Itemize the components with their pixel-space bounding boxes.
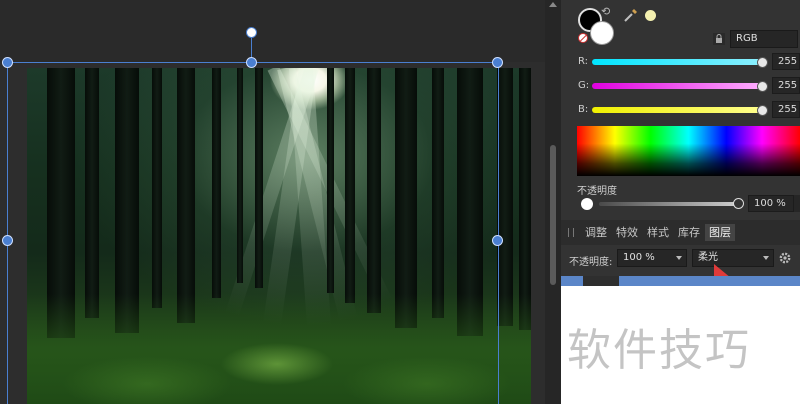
color-opacity-slider[interactable]: [599, 202, 739, 206]
color-opacity-label: 不透明度: [577, 186, 617, 197]
gear-icon[interactable]: [778, 251, 792, 265]
resize-handle-right[interactable]: [492, 235, 503, 246]
color-opacity-field[interactable]: 100 %: [748, 195, 794, 212]
color-opacity-dropdown[interactable]: [794, 195, 800, 212]
tab-effects[interactable]: 特效: [612, 224, 642, 241]
layer-opacity-label: 不透明度:: [569, 257, 613, 268]
green-value-field[interactable]: 255: [772, 77, 800, 94]
lock-icon[interactable]: [713, 33, 725, 45]
layer-opacity-value: 100 %: [623, 252, 655, 263]
picked-color-swatch[interactable]: [645, 10, 656, 21]
pasteboard: [0, 0, 545, 62]
eyedropper-icon[interactable]: [623, 7, 639, 23]
blue-value-field[interactable]: 255: [772, 101, 800, 118]
green-slider-knob[interactable]: [757, 81, 768, 92]
opacity-color-dot: [581, 198, 593, 210]
canvas-vertical-scrollbar[interactable]: [545, 0, 561, 404]
layer-row-selected[interactable]: [561, 276, 800, 286]
tab-styles[interactable]: 样式: [643, 224, 673, 241]
rotate-handle[interactable]: [246, 27, 257, 38]
document-canvas[interactable]: [0, 0, 545, 404]
scrollbar-thumb[interactable]: [550, 145, 556, 285]
red-channel-label: R:: [578, 56, 589, 67]
watermark-area: 软件技巧: [561, 286, 800, 404]
blend-mode-value: 柔光: [698, 252, 718, 263]
green-channel-slider[interactable]: [592, 83, 764, 89]
resize-handle-top[interactable]: [246, 57, 257, 68]
tree-trunk: [519, 68, 531, 330]
blue-slider-knob[interactable]: [757, 105, 768, 116]
blend-mode-dropdown[interactable]: 柔光: [692, 249, 774, 267]
blue-channel-slider[interactable]: [592, 107, 764, 113]
watermark-text: 软件技巧: [567, 325, 751, 376]
swap-colors-icon[interactable]: ⟲: [601, 5, 610, 18]
layer-opacity-dropdown[interactable]: 100 %: [617, 249, 687, 267]
tab-stock[interactable]: 库存: [674, 224, 704, 241]
red-value-field[interactable]: 255: [772, 53, 800, 70]
resize-handle-left[interactable]: [2, 235, 13, 246]
studio-panel: ⟲ RGB R: 255 G: 255 B: 255 不透明度 100 % 调整…: [561, 0, 800, 404]
resize-handle-top-left[interactable]: [2, 57, 13, 68]
red-channel-slider[interactable]: [592, 59, 764, 65]
secondary-color-swatch[interactable]: [590, 21, 614, 45]
selection-bounding-box: [7, 62, 499, 404]
tab-layers[interactable]: 图层: [705, 224, 735, 241]
color-model-value: RGB: [736, 33, 758, 44]
color-model-dropdown[interactable]: RGB: [730, 30, 798, 48]
tree-trunk: [497, 68, 513, 326]
blue-channel-label: B:: [578, 104, 589, 115]
color-opacity-knob[interactable]: [733, 198, 744, 209]
resize-handle-top-right[interactable]: [492, 57, 503, 68]
color-spectrum-picker[interactable]: [577, 126, 800, 176]
grip-icon[interactable]: [568, 228, 574, 237]
red-slider-knob[interactable]: [757, 57, 768, 68]
scroll-up-arrow-icon[interactable]: [549, 2, 557, 7]
green-channel-label: G:: [578, 80, 590, 91]
layer-thumbnail: [583, 276, 619, 286]
no-fill-icon[interactable]: [578, 33, 588, 43]
tab-adjustments[interactable]: 调整: [581, 224, 611, 241]
